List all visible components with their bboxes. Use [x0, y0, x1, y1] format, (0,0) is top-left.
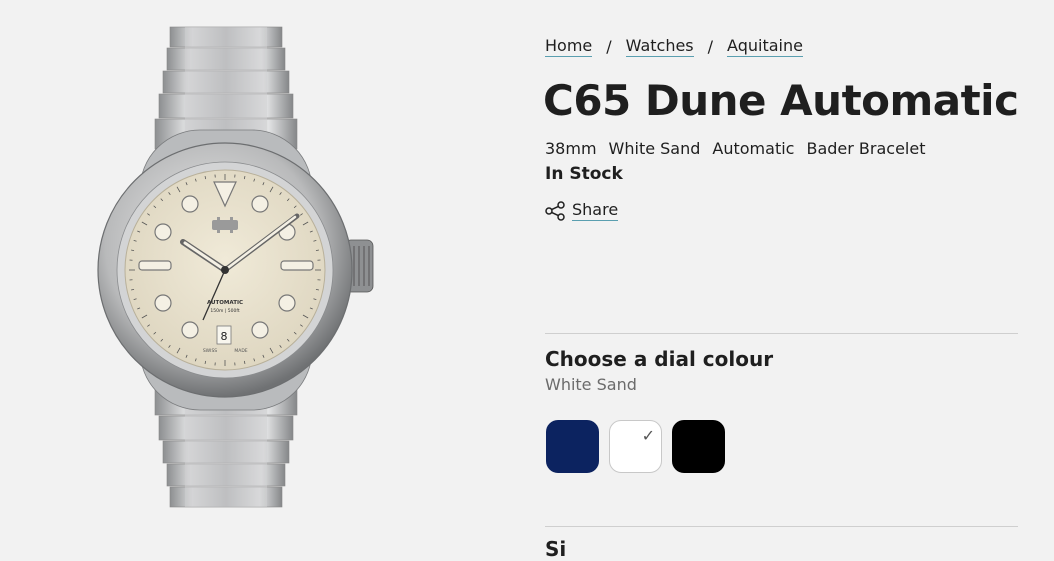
- product-image[interactable]: AUTOMATIC 150m | 500ft 8 SWISS MADE: [95, 20, 380, 515]
- dial-colour-heading: Choose a dial colour: [545, 347, 773, 371]
- share-label: Share: [572, 200, 618, 221]
- product-specs: 38mm White Sand Automatic Bader Bracelet: [545, 139, 925, 158]
- swatch-navy[interactable]: [546, 420, 599, 473]
- breadcrumb-watches-link[interactable]: Watches: [626, 36, 694, 57]
- dial-depth-text: 150m | 500ft: [210, 308, 239, 314]
- dial-colour-swatches: ✓: [546, 420, 725, 473]
- swatch-black[interactable]: [672, 420, 725, 473]
- breadcrumb-separator: /: [606, 37, 611, 56]
- share-button[interactable]: Share: [545, 200, 618, 221]
- dial-colour-selected-label: White Sand: [545, 375, 637, 394]
- share-icon: [545, 201, 566, 221]
- swatch-white-sand[interactable]: ✓: [609, 420, 662, 473]
- dial-automatic-text: AUTOMATIC: [207, 300, 243, 306]
- dial-swiss-text: SWISS: [203, 348, 217, 354]
- watch-illustration: AUTOMATIC 150m | 500ft 8 SWISS MADE: [95, 20, 380, 515]
- spec-strap: Bader Bracelet: [806, 139, 925, 158]
- date-window: 8: [221, 330, 228, 343]
- breadcrumb: Home / Watches / Aquitaine: [545, 36, 803, 57]
- product-title: C65 Dune Automatic: [543, 76, 1018, 125]
- spec-movement: Automatic: [712, 139, 794, 158]
- breadcrumb-separator: /: [708, 37, 713, 56]
- spec-size: 38mm: [545, 139, 597, 158]
- dial-made-text: MADE: [234, 348, 247, 354]
- breadcrumb-aquitaine-link[interactable]: Aquitaine: [727, 36, 803, 57]
- checkmark-icon: ✓: [642, 426, 655, 445]
- stock-status: In Stock: [545, 164, 623, 184]
- spec-dial-colour: White Sand: [609, 139, 701, 158]
- section-divider: [545, 526, 1018, 527]
- breadcrumb-home-link[interactable]: Home: [545, 36, 592, 57]
- section-divider: [545, 333, 1018, 334]
- next-section-heading: Si: [545, 537, 566, 561]
